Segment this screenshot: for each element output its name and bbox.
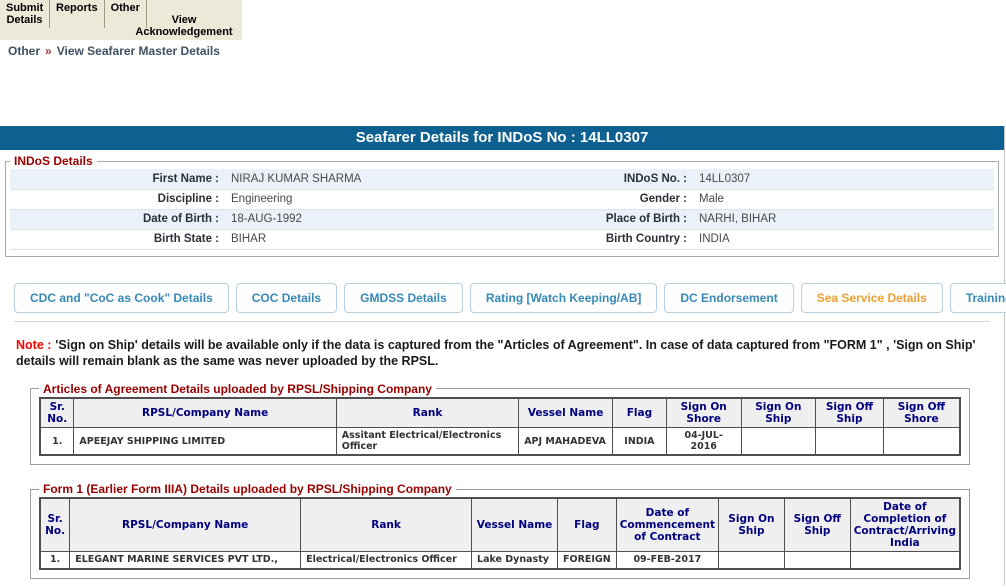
- cell-rank: Assitant Electrical/Electronics Officer: [336, 428, 518, 456]
- articles-data-row: 1. APEEJAY SHIPPING LIMITED Assitant Ele…: [40, 428, 960, 456]
- breadcrumb: Other » View Seafarer Master Details: [8, 44, 1006, 58]
- content-frame: Seafarer Details for INDoS No : 14LL0307…: [0, 126, 1005, 585]
- gender-label: Gender :: [503, 189, 693, 209]
- indos-row-4: Birth State : BIHAR Birth Country : INDI…: [10, 229, 994, 249]
- cell-sign-off-ship: [816, 428, 884, 456]
- first-name-label: First Name :: [10, 169, 225, 189]
- col-vessel-name: Vessel Name: [519, 398, 613, 428]
- indos-row-1: First Name : NIRAJ KUMAR SHARMA INDoS No…: [10, 169, 994, 189]
- date-of-birth-label: Date of Birth :: [10, 209, 225, 229]
- col-vessel-name: Vessel Name: [472, 498, 558, 552]
- cell-company-name: APEEJAY SHIPPING LIMITED: [74, 428, 336, 456]
- col-sign-off-shore: Sign Off Shore: [883, 398, 960, 428]
- form1-legend: Form 1 (Earlier Form IIIA) Details uploa…: [39, 482, 456, 496]
- indos-details-fieldset: INDoS Details First Name : NIRAJ KUMAR S…: [5, 154, 999, 257]
- col-flag: Flag: [612, 398, 666, 428]
- note: Note :'Sign on Ship' details will be ava…: [16, 337, 988, 369]
- cell-commencement-date: 09-FEB-2017: [616, 552, 718, 569]
- col-date-of-commencement: Date of Commencement of Contract: [616, 498, 718, 552]
- menu-item-view-acknowledgement[interactable]: View Acknowledgement: [126, 14, 242, 38]
- menu-item-reports[interactable]: Reports: [50, 0, 105, 28]
- col-sign-on-ship: Sign On Ship: [741, 398, 816, 428]
- place-of-birth-value: NARHI, BIHAR: [693, 209, 994, 229]
- breadcrumb-separator-icon: »: [45, 44, 52, 58]
- col-sign-on-shore: Sign On Shore: [666, 398, 741, 428]
- indos-details-table: First Name : NIRAJ KUMAR SHARMA INDoS No…: [10, 169, 994, 250]
- tab-dc-endorsement[interactable]: DC Endorsement: [664, 283, 793, 313]
- place-of-birth-label: Place of Birth :: [503, 209, 693, 229]
- tab-rating-watch-keeping-ab[interactable]: Rating [Watch Keeping/AB]: [470, 283, 658, 313]
- birth-state-label: Birth State :: [10, 229, 225, 249]
- top-menu: Submit Details Reports Other View Acknow…: [0, 0, 242, 40]
- cell-flag: INDIA: [612, 428, 666, 456]
- articles-of-agreement-table: Sr. No. RPSL/Company Name Rank Vessel Na…: [39, 397, 961, 457]
- birth-country-label: Birth Country :: [503, 229, 693, 249]
- menu-item-submit-details[interactable]: Submit Details: [0, 0, 50, 28]
- tab-gmdss-details[interactable]: GMDSS Details: [344, 283, 463, 313]
- articles-of-agreement-fieldset: Articles of Agreement Details uploaded b…: [30, 382, 970, 466]
- col-sr-no: Sr. No.: [40, 398, 74, 428]
- birth-state-value: BIHAR: [225, 229, 503, 249]
- form1-header-row: Sr. No. RPSL/Company Name Rank Vessel Na…: [40, 498, 960, 552]
- date-of-birth-value: 18-AUG-1992: [225, 209, 503, 229]
- form1-data-row: 1. ELEGANT MARINE SERVICES PVT LTD., Ele…: [40, 552, 960, 569]
- discipline-value: Engineering: [225, 189, 503, 209]
- breadcrumb-section[interactable]: Other: [8, 44, 40, 58]
- col-rpsl-company-name: RPSL/Company Name: [74, 398, 336, 428]
- tab-coc-details[interactable]: COC Details: [236, 283, 337, 313]
- col-flag: Flag: [558, 498, 617, 552]
- tab-cdc-coc-as-cook-details[interactable]: CDC and "CoC as Cook" Details: [14, 283, 229, 313]
- first-name-value: NIRAJ KUMAR SHARMA: [225, 169, 503, 189]
- col-sign-on-ship: Sign On Ship: [718, 498, 784, 552]
- cell-completion-date: [850, 552, 960, 569]
- col-rank: Rank: [336, 398, 518, 428]
- form1-fieldset: Form 1 (Earlier Form IIIA) Details uploa…: [30, 482, 970, 579]
- cell-vessel-name: Lake Dynasty: [472, 552, 558, 569]
- cell-rank: Electrical/Electronics Officer: [301, 552, 472, 569]
- cell-sign-off-shore: [883, 428, 960, 456]
- col-sr-no: Sr. No.: [40, 498, 70, 552]
- cell-sign-on-shore: 04-JUL-2016: [666, 428, 741, 456]
- cell-flag: FOREIGN: [558, 552, 617, 569]
- birth-country-value: INDIA: [693, 229, 994, 249]
- indos-row-2: Discipline : Engineering Gender : Male: [10, 189, 994, 209]
- col-sign-off-ship: Sign Off Ship: [784, 498, 850, 552]
- col-rpsl-company-name: RPSL/Company Name: [70, 498, 301, 552]
- page-title: Seafarer Details for INDoS No : 14LL0307: [0, 126, 1004, 150]
- cell-company-name: ELEGANT MARINE SERVICES PVT LTD.,: [70, 552, 301, 569]
- note-prefix: Note :: [16, 338, 51, 352]
- cell-sr-no: 1.: [40, 428, 74, 456]
- form1-table: Sr. No. RPSL/Company Name Rank Vessel Na…: [39, 497, 961, 570]
- cell-sign-off-ship: [784, 552, 850, 569]
- col-date-of-completion: Date of Completion of Contract/Arriving …: [850, 498, 960, 552]
- discipline-label: Discipline :: [10, 189, 225, 209]
- articles-of-agreement-legend: Articles of Agreement Details uploaded b…: [39, 382, 436, 396]
- col-sign-off-ship: Sign Off Ship: [816, 398, 884, 428]
- cell-sr-no: 1.: [40, 552, 70, 569]
- indos-row-3: Date of Birth : 18-AUG-1992 Place of Bir…: [10, 209, 994, 229]
- indos-details-legend: INDoS Details: [10, 154, 97, 168]
- tab-strip: CDC and "CoC as Cook" Details COC Detail…: [14, 283, 990, 322]
- note-text: 'Sign on Ship' details will be available…: [16, 338, 975, 368]
- gender-value: Male: [693, 189, 994, 209]
- indos-no-label: INDoS No. :: [503, 169, 693, 189]
- indos-no-value: 14LL0307: [693, 169, 994, 189]
- tab-training-details[interactable]: Training Details: [950, 283, 1006, 313]
- col-rank: Rank: [301, 498, 472, 552]
- tab-sea-service-details[interactable]: Sea Service Details: [801, 283, 943, 313]
- cell-sign-on-ship: [718, 552, 784, 569]
- cell-sign-on-ship: [741, 428, 816, 456]
- cell-vessel-name: APJ MAHADEVA: [519, 428, 613, 456]
- breadcrumb-current-page[interactable]: View Seafarer Master Details: [57, 44, 220, 58]
- articles-header-row: Sr. No. RPSL/Company Name Rank Vessel Na…: [40, 398, 960, 428]
